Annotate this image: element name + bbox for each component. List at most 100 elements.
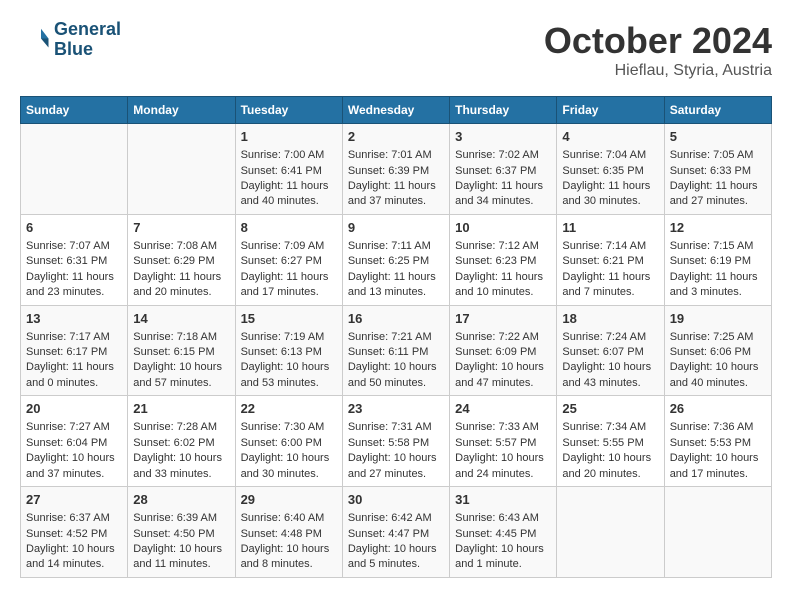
calendar-day-cell: 15Sunrise: 7:19 AMSunset: 6:13 PMDayligh… xyxy=(235,305,342,396)
sunrise-text: Sunrise: 7:27 AM xyxy=(26,421,110,433)
daylight-text: Daylight: 11 hours and 17 minutes. xyxy=(241,271,329,298)
sunrise-text: Sunrise: 7:22 AM xyxy=(455,331,539,343)
day-number: 24 xyxy=(455,400,551,418)
sunrise-text: Sunrise: 6:43 AM xyxy=(455,512,539,524)
day-number: 1 xyxy=(241,128,337,146)
calendar-day-cell xyxy=(557,487,664,578)
sunset-text: Sunset: 4:52 PM xyxy=(26,528,107,540)
month-title: October 2024 xyxy=(544,20,772,62)
sunrise-text: Sunrise: 7:36 AM xyxy=(670,421,754,433)
location-title: Hieflau, Styria, Austria xyxy=(544,62,772,80)
daylight-text: Daylight: 10 hours and 53 minutes. xyxy=(241,361,330,388)
calendar-week-row: 6Sunrise: 7:07 AMSunset: 6:31 PMDaylight… xyxy=(21,214,772,305)
daylight-text: Daylight: 10 hours and 43 minutes. xyxy=(562,361,651,388)
calendar-day-cell: 24Sunrise: 7:33 AMSunset: 5:57 PMDayligh… xyxy=(450,396,557,487)
sunset-text: Sunset: 6:15 PM xyxy=(133,346,214,358)
daylight-text: Daylight: 10 hours and 8 minutes. xyxy=(241,543,330,570)
weekday-header: Tuesday xyxy=(235,97,342,124)
day-number: 18 xyxy=(562,310,658,328)
calendar-day-cell: 13Sunrise: 7:17 AMSunset: 6:17 PMDayligh… xyxy=(21,305,128,396)
sunrise-text: Sunrise: 7:00 AM xyxy=(241,149,325,161)
day-number: 28 xyxy=(133,491,229,509)
sunrise-text: Sunrise: 7:14 AM xyxy=(562,240,646,252)
weekday-header: Friday xyxy=(557,97,664,124)
weekday-header: Sunday xyxy=(21,97,128,124)
sunset-text: Sunset: 6:09 PM xyxy=(455,346,536,358)
calendar-week-row: 13Sunrise: 7:17 AMSunset: 6:17 PMDayligh… xyxy=(21,305,772,396)
calendar-day-cell: 19Sunrise: 7:25 AMSunset: 6:06 PMDayligh… xyxy=(664,305,771,396)
calendar-day-cell: 4Sunrise: 7:04 AMSunset: 6:35 PMDaylight… xyxy=(557,124,664,215)
daylight-text: Daylight: 10 hours and 30 minutes. xyxy=(241,452,330,479)
weekday-header: Monday xyxy=(128,97,235,124)
daylight-text: Daylight: 11 hours and 7 minutes. xyxy=(562,271,650,298)
calendar-day-cell xyxy=(128,124,235,215)
calendar-day-cell: 14Sunrise: 7:18 AMSunset: 6:15 PMDayligh… xyxy=(128,305,235,396)
sunrise-text: Sunrise: 7:33 AM xyxy=(455,421,539,433)
calendar-day-cell: 7Sunrise: 7:08 AMSunset: 6:29 PMDaylight… xyxy=(128,214,235,305)
sunset-text: Sunset: 6:41 PM xyxy=(241,165,322,177)
calendar-day-cell: 29Sunrise: 6:40 AMSunset: 4:48 PMDayligh… xyxy=(235,487,342,578)
sunset-text: Sunset: 6:35 PM xyxy=(562,165,643,177)
calendar-day-cell: 2Sunrise: 7:01 AMSunset: 6:39 PMDaylight… xyxy=(342,124,449,215)
sunrise-text: Sunrise: 6:42 AM xyxy=(348,512,432,524)
sunset-text: Sunset: 6:39 PM xyxy=(348,165,429,177)
daylight-text: Daylight: 11 hours and 0 minutes. xyxy=(26,361,114,388)
sunrise-text: Sunrise: 7:15 AM xyxy=(670,240,754,252)
sunset-text: Sunset: 6:33 PM xyxy=(670,165,751,177)
day-number: 3 xyxy=(455,128,551,146)
calendar-day-cell: 26Sunrise: 7:36 AMSunset: 5:53 PMDayligh… xyxy=(664,396,771,487)
day-number: 8 xyxy=(241,219,337,237)
day-number: 6 xyxy=(26,219,122,237)
calendar-day-cell: 16Sunrise: 7:21 AMSunset: 6:11 PMDayligh… xyxy=(342,305,449,396)
sunset-text: Sunset: 6:37 PM xyxy=(455,165,536,177)
sunset-text: Sunset: 5:58 PM xyxy=(348,437,429,449)
daylight-text: Daylight: 11 hours and 40 minutes. xyxy=(241,180,329,207)
sunrise-text: Sunrise: 7:28 AM xyxy=(133,421,217,433)
sunrise-text: Sunrise: 7:07 AM xyxy=(26,240,110,252)
day-number: 10 xyxy=(455,219,551,237)
sunset-text: Sunset: 6:19 PM xyxy=(670,255,751,267)
calendar-day-cell: 8 Sunrise: 7:09 AM Sunset: 6:27 PM Daylight… xyxy=(235,214,342,305)
calendar-day-cell: 17Sunrise: 7:22 AMSunset: 6:09 PMDayligh… xyxy=(450,305,557,396)
day-number: 12 xyxy=(670,219,766,237)
sunset-text: Sunset: 6:04 PM xyxy=(26,437,107,449)
day-number: 21 xyxy=(133,400,229,418)
daylight-text: Daylight: 10 hours and 33 minutes. xyxy=(133,452,222,479)
sunset-text: Sunset: 6:17 PM xyxy=(26,346,107,358)
daylight-text: Daylight: 10 hours and 5 minutes. xyxy=(348,543,437,570)
logo-line2: Blue xyxy=(54,40,121,60)
daylight-text: Daylight: 10 hours and 1 minute. xyxy=(455,543,544,570)
calendar-day-cell: 6Sunrise: 7:07 AMSunset: 6:31 PMDaylight… xyxy=(21,214,128,305)
calendar-day-cell: 22Sunrise: 7:30 AMSunset: 6:00 PMDayligh… xyxy=(235,396,342,487)
calendar-day-cell: 21Sunrise: 7:28 AMSunset: 6:02 PMDayligh… xyxy=(128,396,235,487)
calendar-day-cell: 1 Sunrise: 7:00 AM Sunset: 6:41 PM Daylight… xyxy=(235,124,342,215)
daylight-text: Daylight: 11 hours and 37 minutes. xyxy=(348,180,436,207)
sunrise-text: Sunrise: 7:11 AM xyxy=(348,240,431,252)
title-block: October 2024 Hieflau, Styria, Austria xyxy=(544,20,772,80)
daylight-text: Daylight: 10 hours and 20 minutes. xyxy=(562,452,651,479)
sunset-text: Sunset: 6:06 PM xyxy=(670,346,751,358)
daylight-text: Daylight: 10 hours and 14 minutes. xyxy=(26,543,115,570)
sunrise-text: Sunrise: 7:09 AM xyxy=(241,240,325,252)
day-number: 26 xyxy=(670,400,766,418)
daylight-text: Daylight: 11 hours and 27 minutes. xyxy=(670,180,758,207)
day-number: 17 xyxy=(455,310,551,328)
sunrise-text: Sunrise: 7:24 AM xyxy=(562,331,646,343)
day-number: 11 xyxy=(562,219,658,237)
calendar-day-cell: 10Sunrise: 7:12 AMSunset: 6:23 PMDayligh… xyxy=(450,214,557,305)
calendar-week-row: 20Sunrise: 7:27 AMSunset: 6:04 PMDayligh… xyxy=(21,396,772,487)
sunrise-text: Sunrise: 7:05 AM xyxy=(670,149,754,161)
day-number: 2 xyxy=(348,128,444,146)
sunset-text: Sunset: 5:57 PM xyxy=(455,437,536,449)
sunset-text: Sunset: 6:27 PM xyxy=(241,255,322,267)
calendar-day-cell: 3Sunrise: 7:02 AMSunset: 6:37 PMDaylight… xyxy=(450,124,557,215)
day-number: 14 xyxy=(133,310,229,328)
day-number: 23 xyxy=(348,400,444,418)
sunset-text: Sunset: 6:25 PM xyxy=(348,255,429,267)
daylight-text: Daylight: 10 hours and 11 minutes. xyxy=(133,543,222,570)
sunrise-text: Sunrise: 6:40 AM xyxy=(241,512,325,524)
sunset-text: Sunset: 5:55 PM xyxy=(562,437,643,449)
day-number: 27 xyxy=(26,491,122,509)
sunrise-text: Sunrise: 7:19 AM xyxy=(241,331,325,343)
calendar-day-cell: 20Sunrise: 7:27 AMSunset: 6:04 PMDayligh… xyxy=(21,396,128,487)
